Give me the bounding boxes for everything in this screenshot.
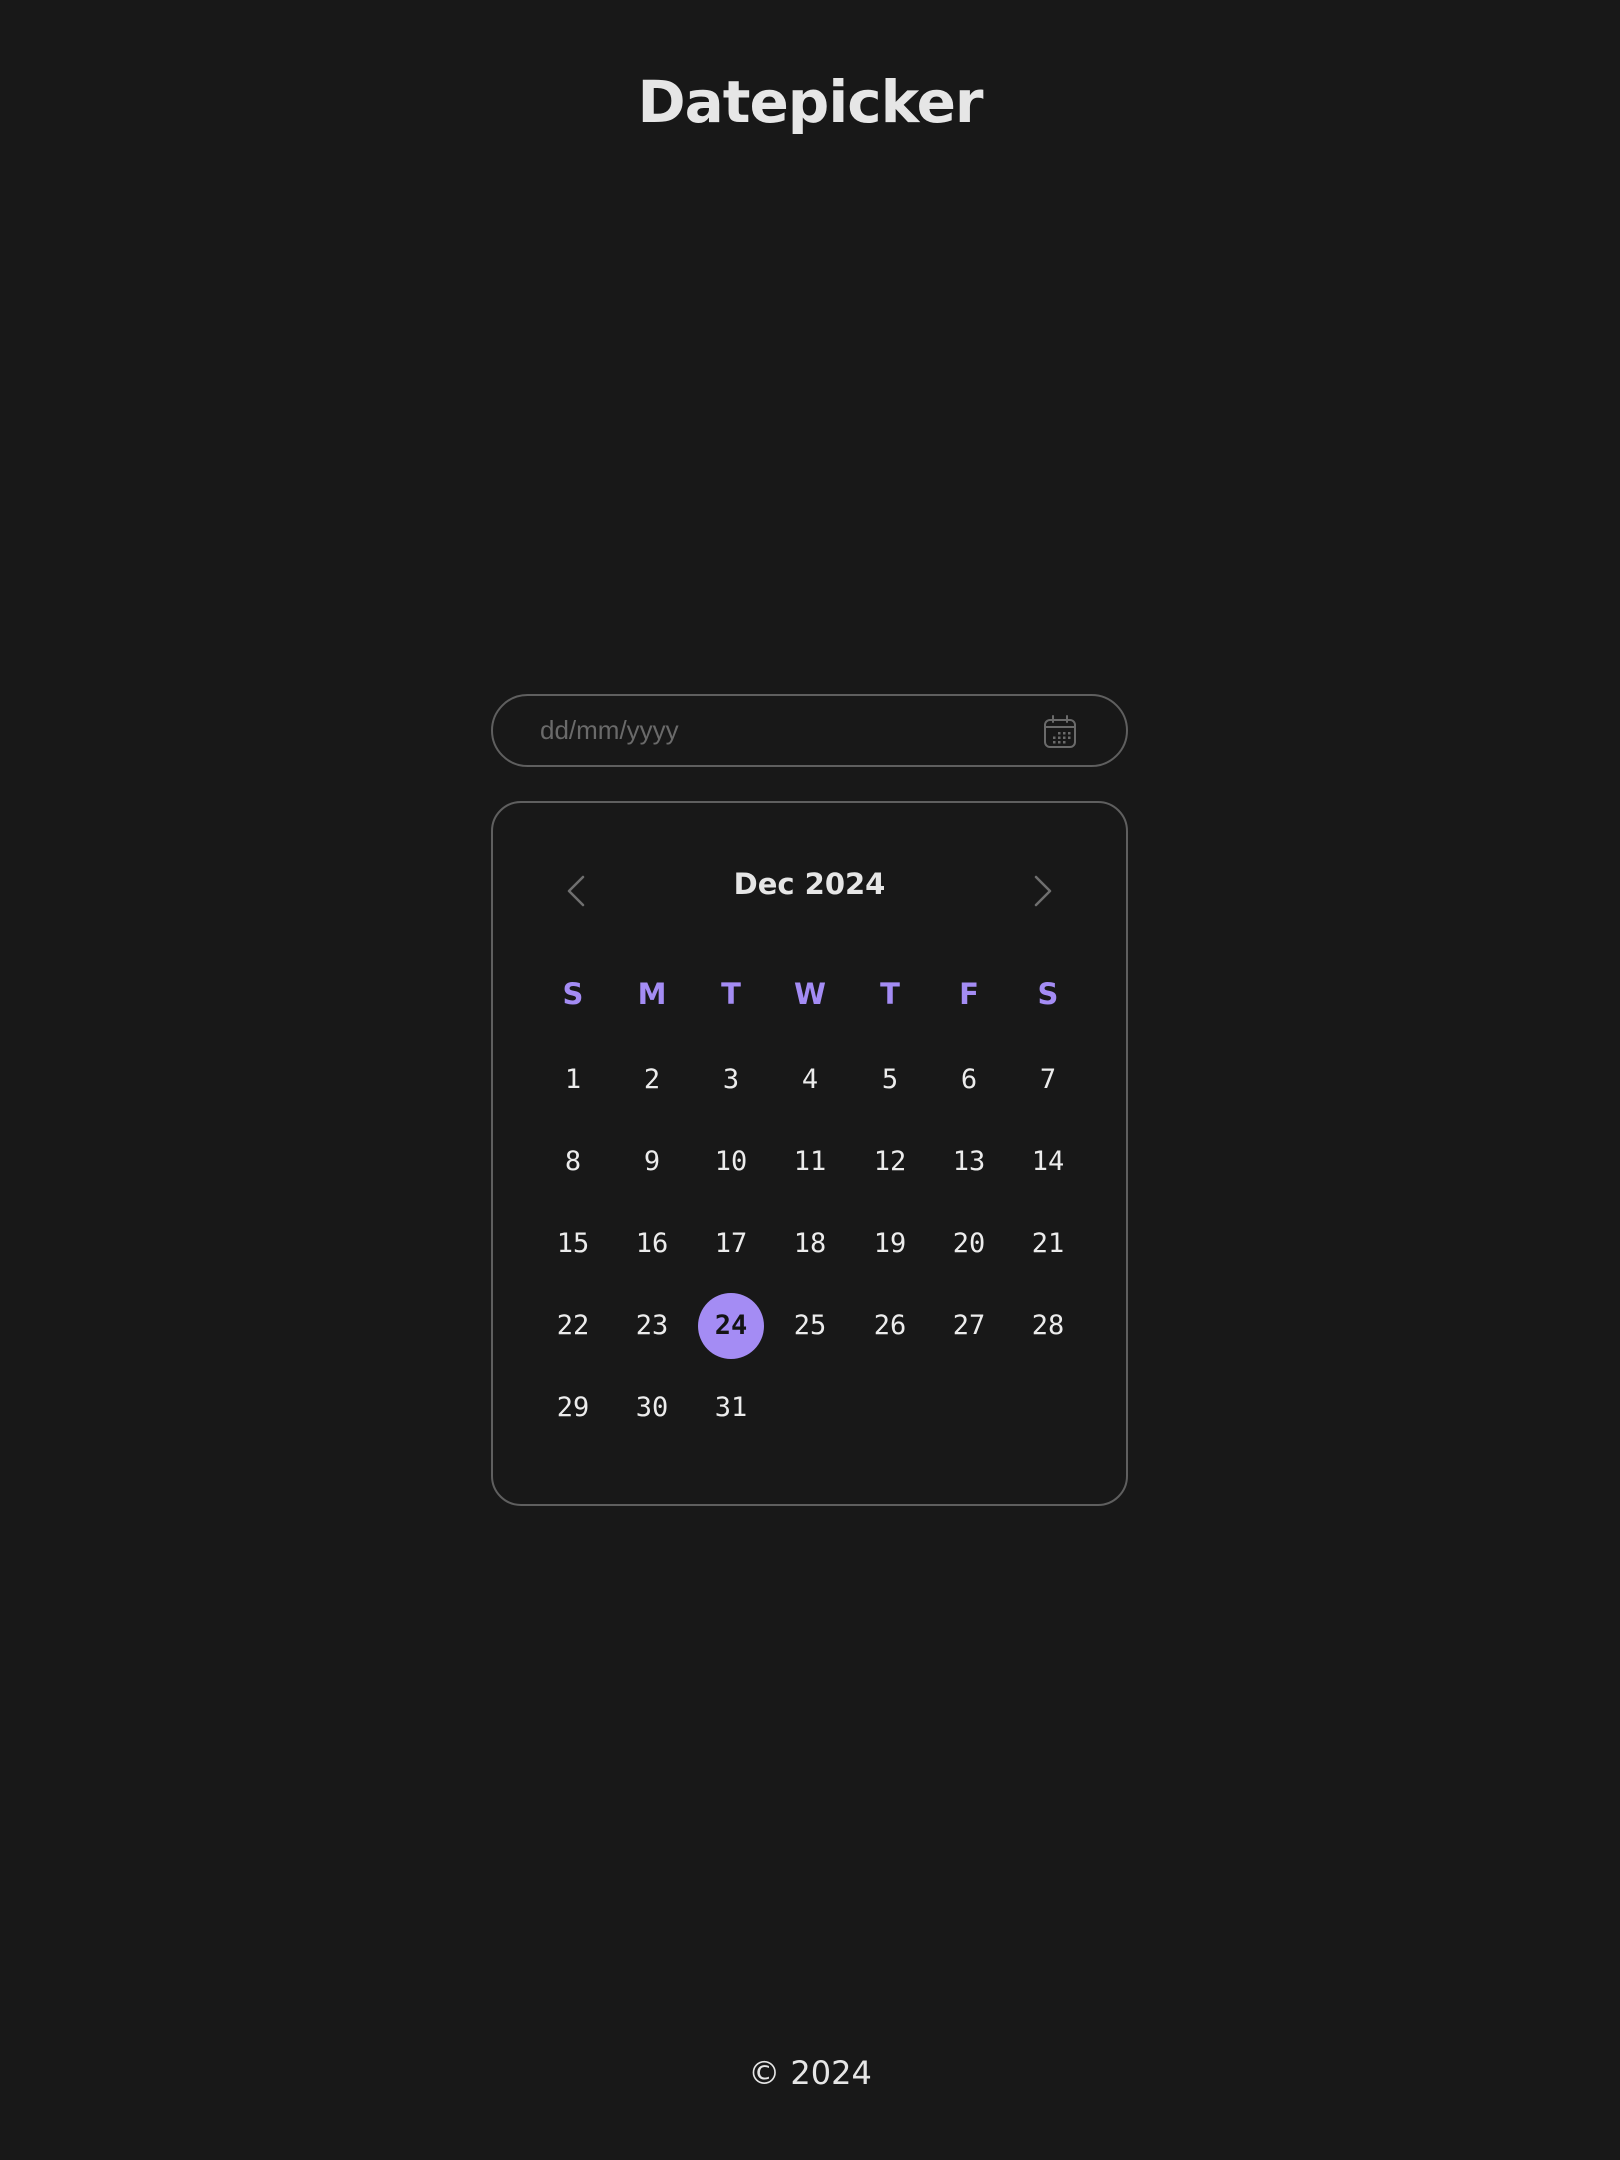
day-cell[interactable]: 28 [1015, 1293, 1081, 1359]
day-cell[interactable]: 31 [698, 1375, 764, 1441]
date-input-field[interactable] [491, 694, 1128, 767]
weekday-label: S [562, 977, 584, 1011]
day-cell[interactable]: 18 [777, 1211, 843, 1277]
page: Datepicker dd/mm/yyyy Dec 2024 S M T W T… [0, 0, 1620, 2160]
day-cell[interactable]: 21 [1015, 1211, 1081, 1277]
day-cell[interactable]: 15 [540, 1211, 606, 1277]
day-cell[interactable]: 8 [540, 1129, 606, 1195]
day-cell[interactable]: 16 [619, 1211, 685, 1277]
day-cell[interactable]: 9 [619, 1129, 685, 1195]
calendar-icon[interactable] [1042, 714, 1078, 750]
day-cell[interactable]: 5 [857, 1047, 923, 1113]
day-cell[interactable]: 10 [698, 1129, 764, 1195]
footer-copyright: © 2024 [748, 2054, 872, 2092]
day-cell[interactable]: 12 [857, 1129, 923, 1195]
day-cell[interactable]: 30 [619, 1375, 685, 1441]
chevron-right-icon[interactable] [1022, 871, 1062, 911]
day-cell[interactable]: 14 [1015, 1129, 1081, 1195]
weekday-label: T [880, 977, 900, 1011]
day-cell[interactable]: 7 [1015, 1047, 1081, 1113]
day-cell[interactable]: 2 [619, 1047, 685, 1113]
weekday-label: W [794, 977, 826, 1011]
day-cell[interactable]: 27 [936, 1293, 1002, 1359]
weekday-label: T [721, 977, 741, 1011]
day-cell[interactable]: 19 [857, 1211, 923, 1277]
date-input[interactable] [540, 696, 1040, 765]
day-cell[interactable]: 3 [698, 1047, 764, 1113]
day-cell[interactable]: 4 [777, 1047, 843, 1113]
day-cell[interactable]: 23 [619, 1293, 685, 1359]
weekday-label: M [637, 977, 667, 1011]
day-cell-selected[interactable]: 24 [698, 1293, 764, 1359]
calendar-panel: Dec 2024 SMTWTFS 1 2 3 4 5 6 7 8 9 10 11 12 13 14 15 16… [491, 801, 1128, 1506]
day-cell[interactable]: 11 [777, 1129, 843, 1195]
day-cell[interactable]: 29 [540, 1375, 606, 1441]
day-cell[interactable]: 17 [698, 1211, 764, 1277]
day-cell[interactable]: 13 [936, 1129, 1002, 1195]
weekday-label: F [959, 977, 979, 1011]
day-cell[interactable]: 25 [777, 1293, 843, 1359]
day-cell[interactable]: 20 [936, 1211, 1002, 1277]
day-cell[interactable]: 1 [540, 1047, 606, 1113]
weekday-label: S [1037, 977, 1059, 1011]
day-cell[interactable]: 26 [857, 1293, 923, 1359]
page-title: Datepicker [637, 68, 983, 136]
day-cell[interactable]: 22 [540, 1293, 606, 1359]
day-cell[interactable]: 6 [936, 1047, 1002, 1113]
